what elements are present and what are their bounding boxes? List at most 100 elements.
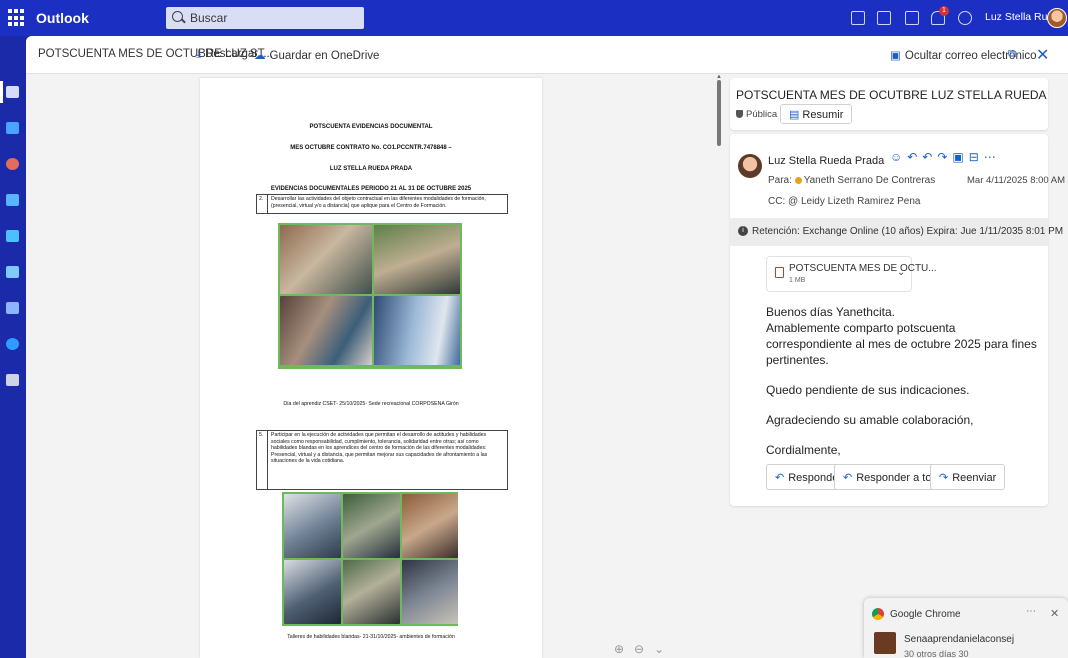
event-photo <box>280 296 372 365</box>
chrome-icon <box>872 608 884 620</box>
apps-icon[interactable] <box>6 374 19 386</box>
workshop-photo <box>402 494 458 558</box>
sender-name[interactable]: Luz Stella Rueda Prada <box>768 155 884 167</box>
cloud-icon: ☁ <box>254 50 266 62</box>
message-actions[interactable]: ☺↶↶↷▣⊟⋯ <box>890 150 1001 164</box>
body-line: Amablemente comparto potscuenta correspo… <box>766 321 1037 367</box>
email-subject: POTSCUENTA MES DE OCUTBRE LUZ STELLA RUE… <box>736 88 1047 102</box>
to-line: Para: Yaneth Serrano De Contreras <box>768 175 936 186</box>
doc-heading: LUZ STELLA RUEDA PRADA <box>329 166 413 172</box>
notification-message: Senaaprendanielaconsej <box>904 634 1015 645</box>
photo-caption: Talleres de habilidades blandas- 21-31/1… <box>287 634 455 640</box>
body-line: Quedo pendiente de sus indicaciones. <box>766 383 970 397</box>
doc-item-box: 5. Participar en la ejecución de activid… <box>256 430 508 490</box>
doc-item-number: 2. <box>259 196 264 202</box>
event-photo <box>374 296 460 365</box>
workshop-photo <box>402 560 458 624</box>
body-line: Buenos días Yanethcita. <box>766 305 895 319</box>
vertical-scrollbar[interactable] <box>717 80 721 146</box>
notification-badge: 1 <box>939 6 949 16</box>
search-input[interactable]: Buscar <box>166 7 364 29</box>
download-icon: ⤓ <box>196 48 202 60</box>
notification-avatar <box>874 632 896 654</box>
doc-item-box: 2. Desarrollar las actividades del objet… <box>256 194 508 214</box>
more-icon[interactable]: ⋯ <box>1026 606 1036 617</box>
doc-heading: MES OCTUBRE CONTRATO No. CO1.PCCNTR.7478… <box>290 145 452 151</box>
doc-item-text: Desarrollar las actividades del objeto c… <box>271 196 486 209</box>
chrome-notification[interactable]: Google Chrome ⋯ ✕ Senaaprendanielaconsej… <box>864 598 1068 658</box>
body-line <box>766 398 1038 412</box>
meet-now-icon[interactable] <box>851 11 865 25</box>
org-icon[interactable] <box>6 302 19 314</box>
copilot-icon[interactable] <box>6 158 19 170</box>
workshop-photo <box>343 560 400 624</box>
popout-icon[interactable]: ⧉ <box>1008 48 1016 61</box>
workshop-photo <box>343 494 400 558</box>
message-body: Buenos días Yanethcita. Amablemente comp… <box>766 304 1038 458</box>
panel-icon: ▣ <box>890 50 901 62</box>
people-icon[interactable] <box>6 194 19 206</box>
document-viewer: POTSCUENTA EVIDENCIAS DOCUMENTAL MES OCT… <box>26 74 726 658</box>
close-icon[interactable]: ✕ <box>1036 45 1049 65</box>
calendar-rail-icon[interactable] <box>6 122 19 134</box>
cc-line: CC: @ Leidy Lizeth Ramirez Pena <box>768 196 921 207</box>
message-date: Mar 4/11/2025 8:00 AM <box>967 175 1066 186</box>
at-icon: @ <box>788 196 799 207</box>
search-icon <box>172 11 183 22</box>
document-page: POTSCUENTA EVIDENCIAS DOCUMENTAL MES OCT… <box>200 78 542 658</box>
photo-caption: Día del aprendiz CSET- 25/10/2025- Sede … <box>283 401 459 407</box>
summarize-button[interactable]: ▤ Resumir <box>780 104 853 124</box>
onedrive-icon[interactable] <box>6 338 19 350</box>
body-line <box>766 368 1038 382</box>
retention-banner: i Retención: Exchange Online (10 años) Ex… <box>730 218 1063 246</box>
photo-collage <box>282 492 458 626</box>
event-photo <box>374 225 460 294</box>
sensitivity-label[interactable]: Pública <box>736 109 777 120</box>
avatar[interactable] <box>1047 8 1067 28</box>
body-line: Agradeciendo su amable colaboración, <box>766 413 974 427</box>
body-line: Cordialmente, <box>766 443 841 457</box>
reply-all-icon: ↶ <box>843 472 853 484</box>
attachment-size: 1 MB <box>789 277 806 284</box>
notification-subtext: 30 otros días 30 <box>904 649 969 658</box>
app-launcher-icon[interactable] <box>8 9 26 27</box>
feedback-icon[interactable] <box>905 11 919 25</box>
pdf-icon <box>775 267 784 278</box>
top-bar: Outlook Buscar 1 Luz Stella Rueda P... <box>0 0 1068 36</box>
calendar-icon[interactable] <box>877 11 891 25</box>
info-icon: i <box>738 226 748 236</box>
command-bar: POTSCUENTA MES DE OCTUBRE LUZ ST... ⤓ Des… <box>26 36 1068 74</box>
active-indicator <box>0 81 3 103</box>
shield-icon <box>736 110 743 118</box>
zoom-controls[interactable]: ⊕ ⊖ ⌄ <box>614 642 664 656</box>
workshop-photo <box>284 560 341 624</box>
summary-icon: ▤ <box>789 109 800 121</box>
mail-icon[interactable] <box>6 86 19 98</box>
photo-collage <box>278 223 462 369</box>
doc-item-text: Participar en la ejecución de actividade… <box>271 432 488 464</box>
body-line <box>766 428 1038 442</box>
sender-avatar[interactable] <box>738 154 762 178</box>
attachment-name: POTSCUENTA MES DE OCTU... <box>789 263 937 274</box>
doc-heading: EVIDENCIAS DOCUMENTALES PERIODO 21 AL 31… <box>270 186 472 192</box>
files-icon[interactable] <box>6 266 19 278</box>
cc-recipient[interactable]: Leidy Lizeth Ramirez Pena <box>801 196 921 207</box>
workshop-photo <box>284 494 341 558</box>
close-icon[interactable]: ✕ <box>1050 607 1059 620</box>
chevron-down-icon[interactable]: ⌄ <box>897 267 905 278</box>
doc-heading: POTSCUENTA EVIDENCIAS DOCUMENTAL <box>309 124 433 130</box>
message-card: Luz Stella Rueda Prada ☺↶↶↷▣⊟⋯ Para: Yan… <box>730 134 1065 506</box>
download-button[interactable]: ⤓ Descargar <box>196 48 258 61</box>
save-onedrive-button[interactable]: ☁ Guardar en OneDrive <box>254 48 379 62</box>
search-placeholder: Buscar <box>190 11 228 25</box>
attachment-card[interactable]: POTSCUENTA MES DE OCTU... 1 MB ⌄ <box>766 256 937 292</box>
todo-icon[interactable] <box>6 230 19 242</box>
forward-button[interactable]: ↷ Reenviar <box>930 464 1006 490</box>
gear-icon[interactable] <box>958 11 972 25</box>
reply-icon: ↶ <box>775 472 785 484</box>
forward-icon: ↷ <box>939 472 949 484</box>
subject-card: POTSCUENTA MES DE OCUTBRE LUZ STELLA RUE… <box>730 78 1048 130</box>
recipient[interactable]: Yaneth Serrano De Contreras <box>804 175 936 186</box>
app-name[interactable]: Outlook <box>36 10 89 26</box>
notification-app: Google Chrome <box>890 609 961 620</box>
